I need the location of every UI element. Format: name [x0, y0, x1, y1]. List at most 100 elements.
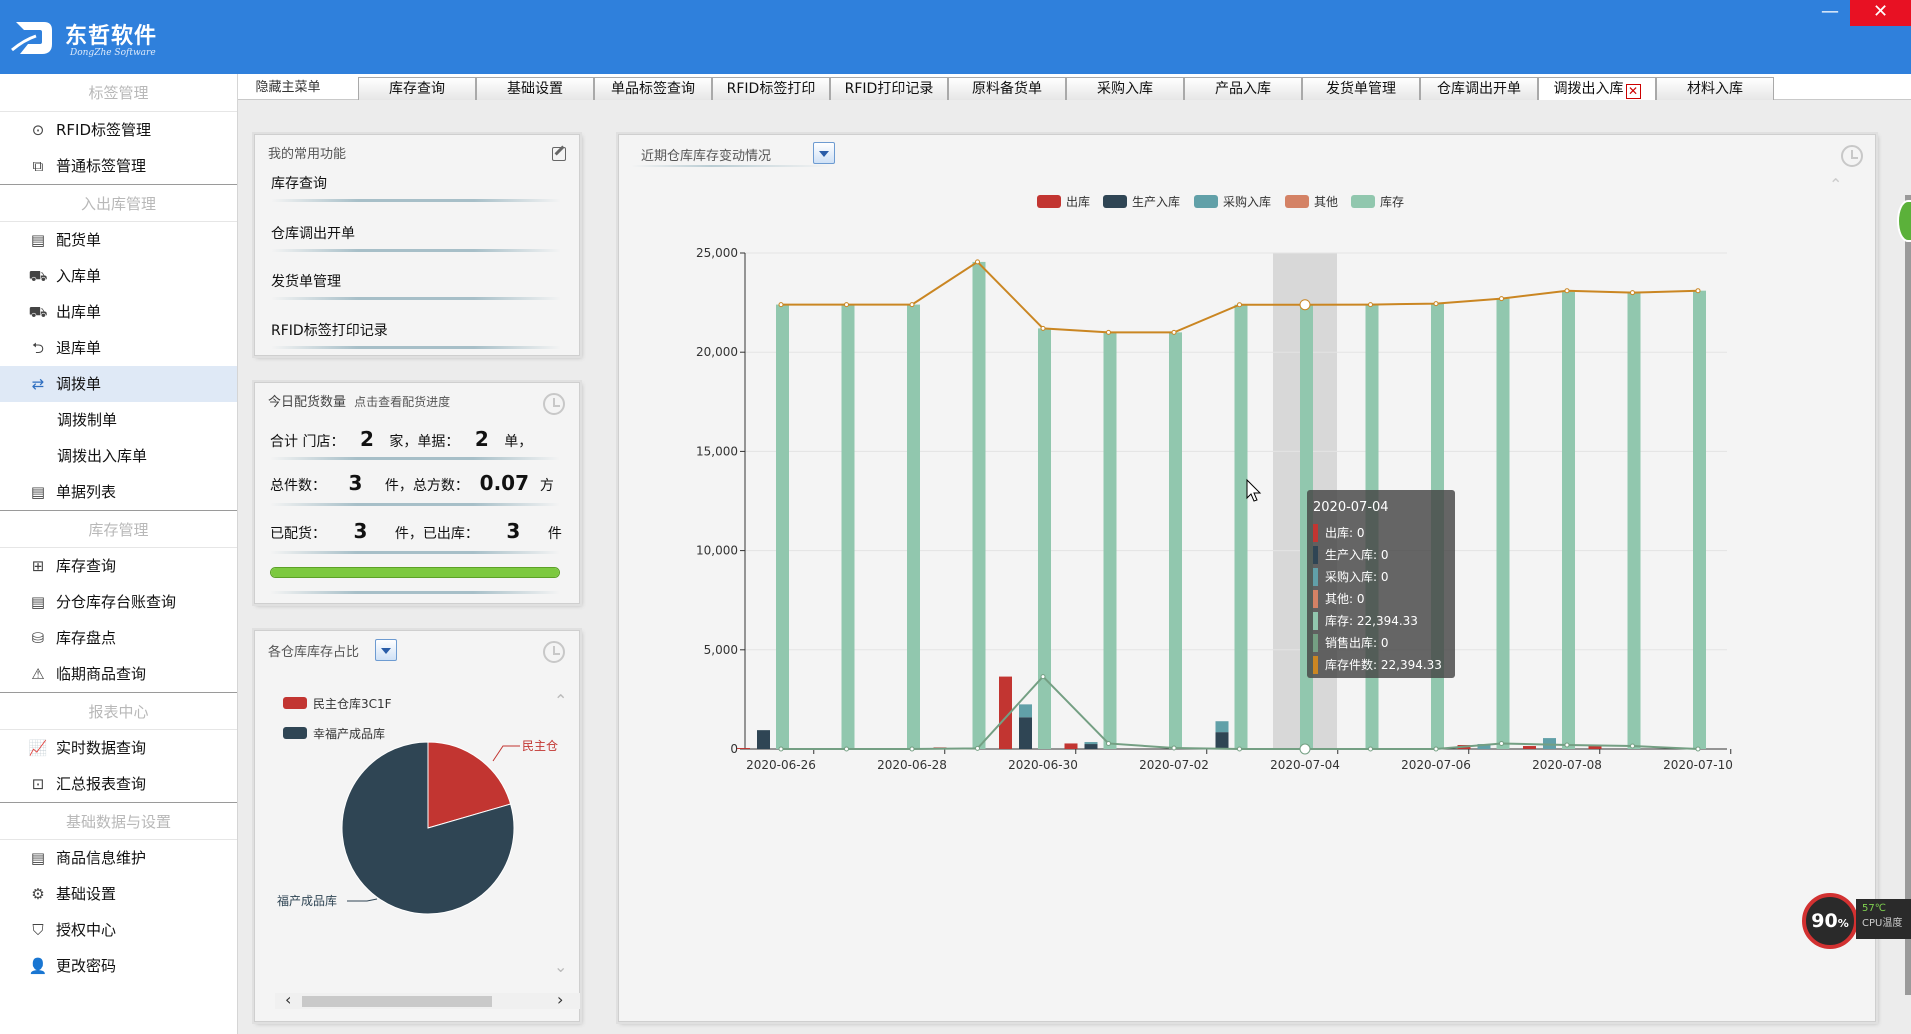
bar-库存[interactable]: [776, 304, 789, 749]
scroll-left-icon[interactable]: ‹: [285, 990, 291, 1009]
line-point[interactable]: [1630, 290, 1635, 296]
bar-出库[interactable]: [737, 748, 750, 749]
cpu-monitor-widget[interactable]: 90% 57℃ CPU温度: [1800, 893, 1911, 949]
sidebar-item[interactable]: ⊙ RFID标签管理: [0, 112, 237, 148]
legend-label[interactable]: 库存: [1380, 194, 1404, 209]
tab[interactable]: 发货单管理: [1302, 77, 1420, 100]
sidebar-item[interactable]: ⚙ 基础设置: [0, 876, 237, 912]
line-point[interactable]: [1299, 743, 1311, 755]
bar-生产入库[interactable]: [1019, 717, 1032, 749]
bar-出库[interactable]: [1523, 746, 1536, 749]
legend-label[interactable]: 生产入库: [1132, 194, 1180, 209]
bar-库存[interactable]: [841, 304, 855, 749]
minimize-button[interactable]: —: [1810, 0, 1850, 26]
legend-label[interactable]: 其他: [1314, 195, 1338, 209]
sidebar-item[interactable]: ▤ 配货单: [0, 222, 237, 258]
bar-生产入库[interactable]: [757, 730, 770, 749]
tab[interactable]: 单品标签查询: [594, 77, 712, 100]
bar-生产入库[interactable]: [1215, 732, 1229, 749]
line-point[interactable]: [1106, 740, 1111, 746]
view-progress-link[interactable]: 点击查看配货进度: [354, 395, 450, 409]
tab[interactable]: 调拨出入库 ✕: [1538, 77, 1656, 100]
sidebar-item[interactable]: ⛁ 库存盘点: [0, 620, 237, 656]
favorite-item[interactable]: 仓库调出开单: [271, 223, 561, 243]
bar-采购入库[interactable]: [1084, 742, 1098, 745]
bar-出库[interactable]: [1064, 743, 1078, 749]
tab[interactable]: RFID打印记录: [830, 77, 948, 100]
scroll-down-icon[interactable]: ⌄: [554, 957, 567, 976]
favorite-item[interactable]: 库存查询: [271, 173, 561, 193]
sidebar-subitem[interactable]: 调拨制单: [0, 402, 237, 438]
line-point[interactable]: [1299, 299, 1311, 311]
favorite-item[interactable]: 发货单管理: [271, 271, 561, 291]
favorite-item[interactable]: RFID标签打印记录: [271, 320, 561, 340]
tab[interactable]: 产品入库: [1184, 77, 1302, 100]
line-point[interactable]: [844, 746, 849, 752]
bar-库存[interactable]: [907, 304, 920, 749]
tab[interactable]: 材料入库: [1656, 77, 1774, 100]
legend-swatch[interactable]: [1037, 195, 1061, 208]
inventory-chart[interactable]: 0 5,000 10,000 15,000 20,000 25,000 2020-06-26…: [619, 135, 1877, 1023]
line-point[interactable]: [1499, 740, 1504, 746]
sidebar-item[interactable]: ⊞ 库存查询: [0, 548, 237, 584]
bar-采购入库[interactable]: [1215, 721, 1229, 733]
line-point[interactable]: [1237, 746, 1242, 752]
sidebar-item[interactable]: ⛟ 出库单: [0, 294, 237, 330]
legend-swatch[interactable]: [1285, 195, 1309, 208]
sidebar-item[interactable]: ▤ 分仓库存台账查询: [0, 584, 237, 620]
bar-库存[interactable]: [1496, 298, 1510, 749]
line-point[interactable]: [909, 302, 915, 308]
tab[interactable]: 采购入库: [1066, 77, 1184, 100]
scroll-up-icon[interactable]: ⌃: [554, 691, 567, 710]
tab[interactable]: 原料备货单: [948, 77, 1066, 100]
line-point[interactable]: [1564, 288, 1570, 294]
bar-库存[interactable]: [1169, 332, 1182, 749]
line-point[interactable]: [975, 745, 980, 751]
edit-icon[interactable]: [552, 147, 566, 161]
line-point[interactable]: [1171, 745, 1177, 751]
close-tab-icon[interactable]: ✕: [1625, 84, 1641, 99]
sidebar-item[interactable]: ⛟ 入库单: [0, 258, 237, 294]
line-point[interactable]: [1695, 288, 1701, 294]
scroll-right-icon[interactable]: ›: [557, 990, 563, 1009]
line-point[interactable]: [1433, 301, 1439, 307]
sidebar-item[interactable]: ⮌ 退库单: [0, 330, 237, 366]
line-point[interactable]: [1368, 746, 1373, 752]
legend-swatch[interactable]: [1351, 195, 1375, 208]
horizontal-scrollbar[interactable]: ‹ ›: [275, 990, 580, 1009]
line-point[interactable]: [1171, 329, 1177, 335]
sidebar-item[interactable]: ⚠ 临期商品查询: [0, 656, 237, 692]
line-point[interactable]: [1040, 674, 1046, 680]
line-point[interactable]: [1368, 302, 1373, 308]
sidebar-item[interactable]: 📈 实时数据查询: [0, 730, 237, 766]
sidebar-item[interactable]: ⧉ 普通标签管理: [0, 148, 237, 184]
bar-库存[interactable]: [1234, 304, 1248, 749]
line-point[interactable]: [1237, 302, 1242, 308]
line-point[interactable]: [778, 746, 784, 752]
line-point[interactable]: [778, 302, 784, 308]
legend-label[interactable]: 采购入库: [1223, 194, 1271, 209]
sidebar-item[interactable]: ▤ 单据列表: [0, 474, 237, 510]
bar-库存[interactable]: [1038, 328, 1051, 749]
tab[interactable]: 仓库调出开单: [1420, 77, 1538, 100]
line-point[interactable]: [1564, 742, 1570, 748]
line-point[interactable]: [1040, 325, 1046, 331]
bar-库存[interactable]: [1627, 292, 1641, 749]
bar-生产入库[interactable]: [1084, 744, 1098, 749]
line-point[interactable]: [909, 746, 915, 752]
bar-库存[interactable]: [972, 261, 986, 749]
sidebar-item[interactable]: 👤 更改密码: [0, 948, 237, 984]
legend-label[interactable]: 出库: [1066, 194, 1090, 209]
bar-库存[interactable]: [1693, 290, 1706, 749]
tab[interactable]: 库存查询: [358, 77, 476, 100]
line-point[interactable]: [1106, 329, 1111, 335]
legend-swatch[interactable]: [1194, 195, 1218, 208]
sidebar-item[interactable]: ⊡ 汇总报表查询: [0, 766, 237, 802]
line-point[interactable]: [1499, 296, 1504, 302]
scrollbar-thumb[interactable]: [302, 996, 492, 1007]
sidebar-subitem[interactable]: 调拨出入库单: [0, 438, 237, 474]
close-window-button[interactable]: ✕: [1850, 0, 1911, 26]
bar-库存[interactable]: [1103, 332, 1117, 749]
hide-menu-tab[interactable]: 隐藏主菜单: [246, 77, 330, 100]
line-point[interactable]: [844, 302, 849, 308]
